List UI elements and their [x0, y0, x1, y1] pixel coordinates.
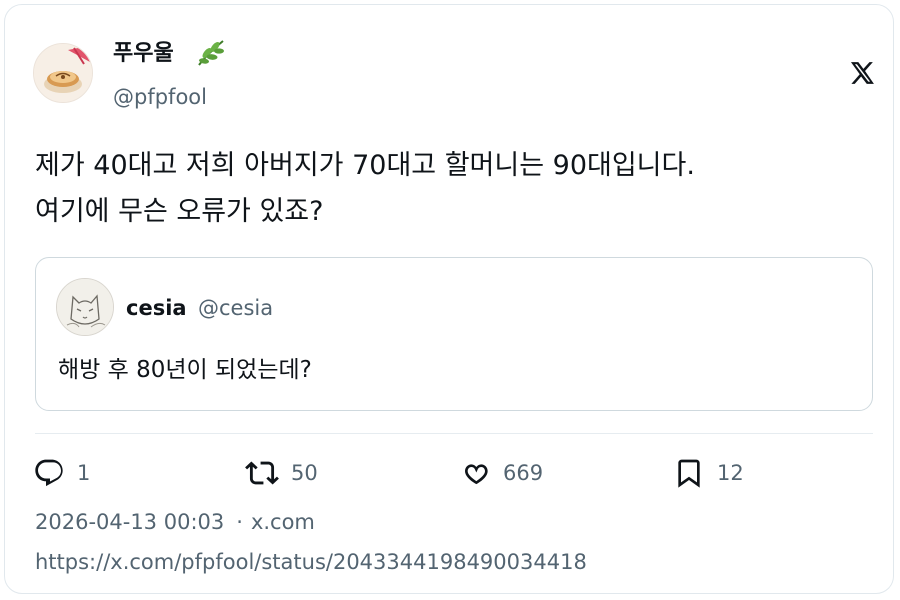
tweet-text: 제가 40대고 저희 아버지가 70대고 할머니는 90대입니다. 여기에 무슨… — [35, 143, 880, 235]
retweet-icon — [245, 456, 279, 490]
tweet-card: 푸우울 @pfpfool 제가 40대고 저희 아버지가 70대고 할머니는 9… — [4, 4, 894, 594]
quoted-author-name[interactable]: cesia — [126, 294, 187, 322]
like-count: 669 — [503, 461, 544, 485]
reply-button[interactable]: 1 — [33, 455, 90, 491]
author-handle[interactable]: @pfpfool — [113, 83, 207, 111]
x-logo-icon[interactable] — [849, 60, 875, 86]
quoted-tweet[interactable]: cesia @cesia 해방 후 80년이 되었는데? — [35, 257, 873, 411]
divider — [35, 433, 873, 434]
source-link[interactable]: x.com — [251, 510, 315, 534]
author-display-name[interactable]: 푸우울 — [113, 39, 174, 69]
retweet-button[interactable]: 50 — [245, 455, 318, 491]
tweet-text-line: 여기에 무슨 오류가 있죠? — [35, 196, 324, 227]
quoted-author-handle[interactable]: @cesia — [198, 294, 273, 322]
leaf-icon — [195, 37, 227, 73]
heart-icon — [459, 457, 491, 489]
bookmark-icon — [673, 457, 705, 489]
author-avatar[interactable] — [33, 43, 93, 103]
tweet-url[interactable]: https://x.com/pfpfool/status/20433441984… — [35, 547, 587, 577]
retweet-count: 50 — [291, 461, 318, 485]
timestamp[interactable]: 2026-04-13 00:03 — [35, 510, 224, 534]
tweet-meta: 2026-04-13 00:03 · x.com — [35, 507, 315, 537]
like-button[interactable]: 669 — [459, 455, 543, 491]
meta-separator: · — [236, 510, 243, 534]
bookmark-count: 12 — [717, 461, 744, 485]
tweet-text-line: 제가 40대고 저희 아버지가 70대고 할머니는 90대입니다. — [35, 150, 695, 181]
reply-icon — [33, 457, 65, 489]
quoted-author-avatar[interactable] — [56, 278, 114, 336]
quoted-tweet-text: 해방 후 80년이 되었는데? — [58, 357, 312, 383]
bookmark-button[interactable]: 12 — [673, 455, 744, 491]
reply-count: 1 — [77, 461, 91, 485]
